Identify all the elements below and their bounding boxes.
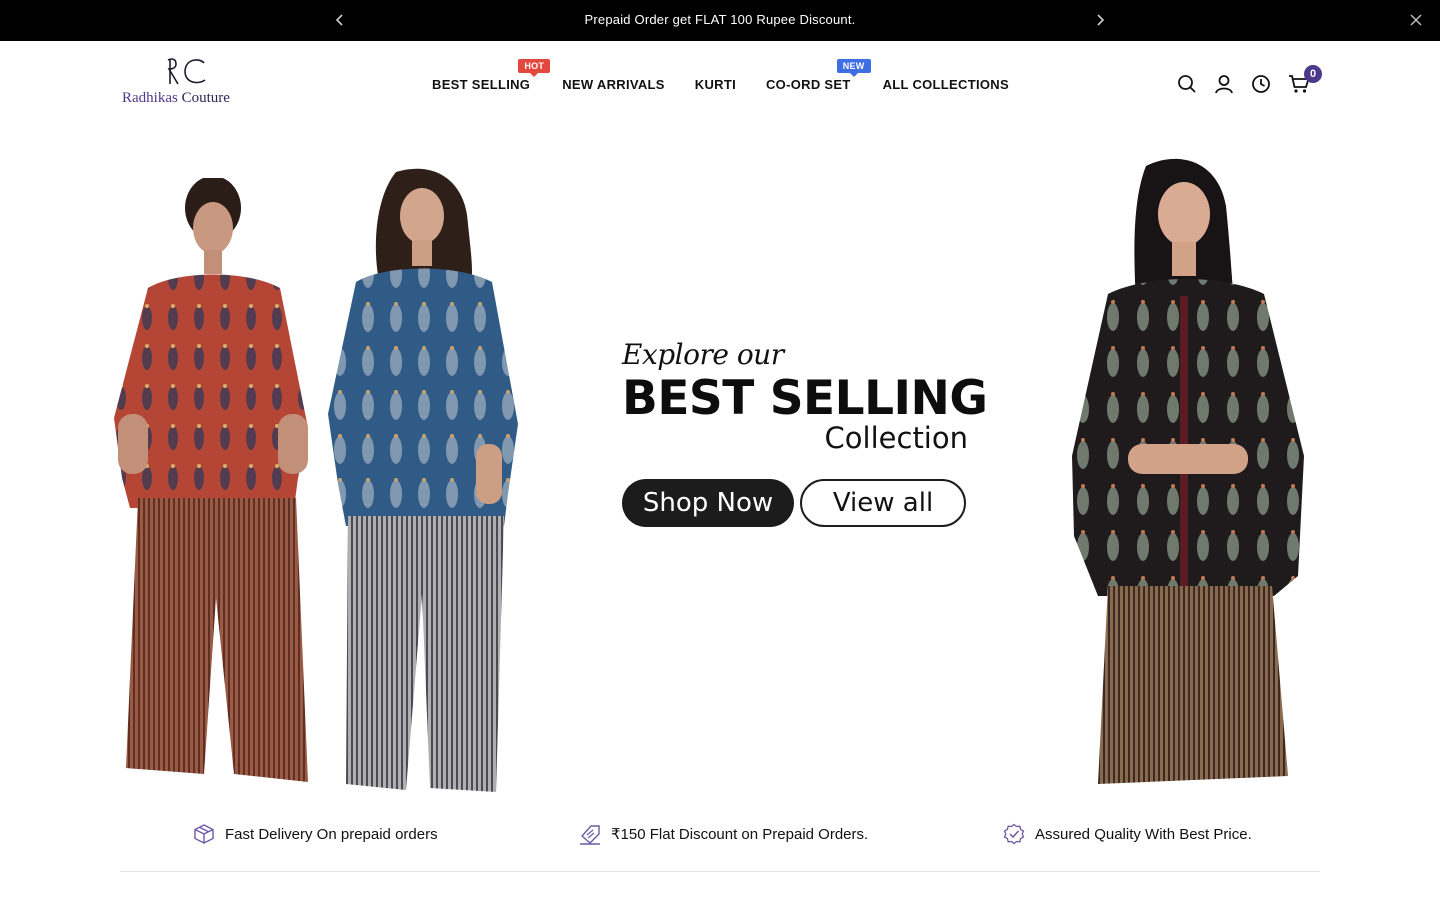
brand-name-second: Couture bbox=[181, 90, 230, 106]
feature-text: Fast Delivery On prepaid orders bbox=[225, 825, 438, 843]
clock-icon bbox=[1252, 75, 1270, 93]
model-image-blue-shirt bbox=[328, 168, 518, 792]
hero-script-line: Explore our bbox=[622, 338, 784, 371]
nav-label: BEST SELLING bbox=[432, 77, 531, 92]
user-icon bbox=[1215, 75, 1233, 94]
discount-tag-icon bbox=[580, 825, 600, 845]
cart-count-badge: 0 bbox=[1304, 65, 1322, 83]
feature-flat-discount: ₹150 Flat Discount on Prepaid Orders. bbox=[578, 822, 868, 846]
header-icons: 0 bbox=[1176, 65, 1322, 95]
nav-all-collections[interactable]: ALL COLLECTIONS bbox=[883, 77, 1009, 92]
cart-button[interactable]: 0 bbox=[1288, 65, 1322, 95]
rc-monogram-icon bbox=[167, 58, 206, 85]
site-header: Radhikas Couture BEST SELLING HOT NEW AR… bbox=[0, 41, 1440, 126]
nav-new-arrivals[interactable]: NEW ARRIVALS bbox=[562, 77, 665, 92]
hero-copy: Explore our BEST SELLING Collection Shop… bbox=[622, 338, 988, 527]
search-button[interactable] bbox=[1176, 73, 1198, 95]
feature-text: Assured Quality With Best Price. bbox=[1035, 825, 1252, 843]
close-icon bbox=[1410, 14, 1422, 26]
nav-label: NEW ARRIVALS bbox=[562, 77, 665, 92]
hero-banner[interactable]: Explore our BEST SELLING Collection Shop… bbox=[0, 126, 1440, 796]
new-badge: NEW bbox=[836, 59, 871, 77]
account-button[interactable] bbox=[1213, 73, 1235, 95]
hero-subline: Collection bbox=[824, 421, 968, 455]
nav-kurti[interactable]: KURTI bbox=[695, 77, 736, 92]
model-image-red-shirt bbox=[114, 178, 308, 782]
chevron-right-icon bbox=[1097, 14, 1105, 26]
view-all-button[interactable]: View all bbox=[800, 479, 966, 527]
nav-label: KURTI bbox=[694, 77, 736, 92]
nav-best-selling[interactable]: BEST SELLING HOT bbox=[432, 59, 551, 92]
announcement-next-button[interactable] bbox=[1090, 10, 1110, 30]
quality-badge-icon bbox=[1003, 823, 1025, 845]
recently-viewed-button[interactable] bbox=[1250, 73, 1272, 95]
logo[interactable]: Radhikas Couture bbox=[122, 57, 252, 113]
announcement-close-button[interactable] bbox=[1406, 10, 1426, 30]
feature-assured-quality: Assured Quality With Best Price. bbox=[1002, 822, 1252, 846]
features-strip: Fast Delivery On prepaid orders ₹150 Fla… bbox=[120, 796, 1320, 872]
nav-label: ALL COLLECTIONS bbox=[882, 77, 1009, 92]
nav-co-ord-set[interactable]: CO-ORD SET NEW bbox=[765, 59, 871, 92]
search-icon bbox=[1178, 75, 1196, 93]
announcement-message: Prepaid Order get FLAT 100 Rupee Discoun… bbox=[584, 12, 856, 27]
model-image-black-shirt bbox=[1072, 158, 1304, 784]
box-icon bbox=[194, 824, 214, 844]
main-nav: BEST SELLING HOT NEW ARRIVALS KURTI CO-O… bbox=[432, 59, 1009, 92]
brand-name: Radhikas Couture bbox=[122, 90, 230, 107]
shop-now-button[interactable]: Shop Now bbox=[622, 479, 794, 527]
brand-name-first: Radhikas bbox=[122, 90, 178, 106]
announcement-bar: Prepaid Order get FLAT 100 Rupee Discoun… bbox=[0, 0, 1440, 41]
hero-headline: BEST SELLING bbox=[622, 371, 988, 426]
feature-fast-delivery: Fast Delivery On prepaid orders bbox=[192, 822, 438, 846]
hot-badge: HOT bbox=[518, 59, 551, 77]
hero-cta-row: Shop Now View all bbox=[622, 479, 972, 527]
feature-text: ₹150 Flat Discount on Prepaid Orders. bbox=[611, 826, 869, 843]
nav-label: CO-ORD SET bbox=[765, 77, 851, 92]
